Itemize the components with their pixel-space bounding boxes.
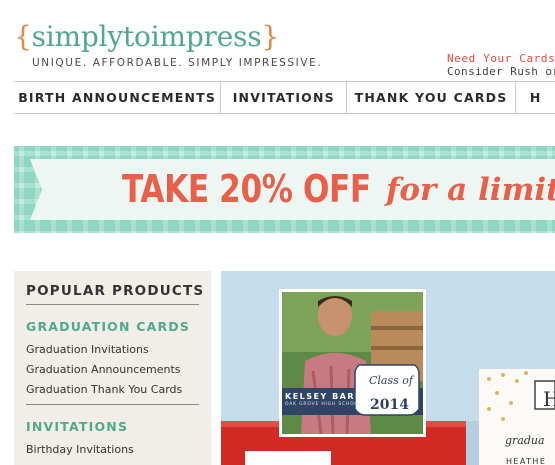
card2-script: gradua bbox=[505, 434, 545, 447]
nav-birth-announcements[interactable]: BIRTH ANNOUNCEMENTS bbox=[14, 82, 222, 113]
site-tagline: UNIQUE. AFFORDABLE. SIMPLY IMPRESSIVE. bbox=[32, 57, 323, 69]
nav-thank-you-cards[interactable]: THANK YOU CARDS bbox=[347, 82, 516, 113]
card-school-name: OAK GROVE HIGH SCHOOL bbox=[285, 402, 363, 407]
main-nav: BIRTH ANNOUNCEMENTS INVITATIONS THANK YO… bbox=[14, 81, 555, 114]
promo-line-1[interactable]: Need Your Cards bbox=[447, 52, 555, 65]
card-graduate-name: KELSEY BARNES bbox=[285, 392, 378, 401]
card-class-of: Class of bbox=[369, 374, 413, 387]
hero-product-image[interactable]: KELSEY BARNES OAK GROVE HIGH SCHOOL Clas… bbox=[221, 271, 555, 465]
nav-invitations[interactable]: INVITATIONS bbox=[221, 82, 348, 113]
nav-item-truncated[interactable]: H bbox=[516, 82, 555, 113]
popular-products-sidebar: POPULAR PRODUCTS GRADUATION CARDS Gradua… bbox=[14, 271, 211, 465]
logo-wordmark: simplytoimpress bbox=[31, 20, 262, 53]
sidebar-divider bbox=[26, 304, 199, 305]
banner-headline: TAKE 20% OFF bbox=[122, 167, 371, 211]
rush-shipping-promo[interactable]: Need Your Cards Consider Rush or bbox=[447, 52, 555, 78]
card2-name: HEATHE bbox=[506, 457, 547, 465]
card2-monogram: H bbox=[543, 387, 555, 411]
card-year: 2014 bbox=[370, 397, 409, 413]
link-graduation-announcements[interactable]: Graduation Announcements bbox=[26, 363, 181, 376]
link-birthday-invitations[interactable]: Birthday Invitations bbox=[26, 443, 134, 456]
promo-banner[interactable]: TAKE 20% OFF for a limited bbox=[14, 146, 555, 233]
link-graduation-invitations[interactable]: Graduation Invitations bbox=[26, 343, 149, 356]
promo-line-2: Consider Rush or bbox=[447, 65, 555, 78]
sidebar-title: POPULAR PRODUCTS bbox=[26, 283, 205, 299]
category-invitations[interactable]: INVITATIONS bbox=[26, 419, 128, 434]
site-logo[interactable]: {simplytoimpress} bbox=[14, 18, 279, 56]
link-graduation-thank-you-cards[interactable]: Graduation Thank You Cards bbox=[26, 383, 182, 396]
banner-script-text: for a limited bbox=[386, 172, 555, 208]
sidebar-divider bbox=[26, 404, 199, 405]
category-graduation-cards[interactable]: GRADUATION CARDS bbox=[26, 319, 190, 334]
logo-brace-close: } bbox=[261, 20, 280, 53]
logo-brace-open: { bbox=[14, 20, 32, 53]
